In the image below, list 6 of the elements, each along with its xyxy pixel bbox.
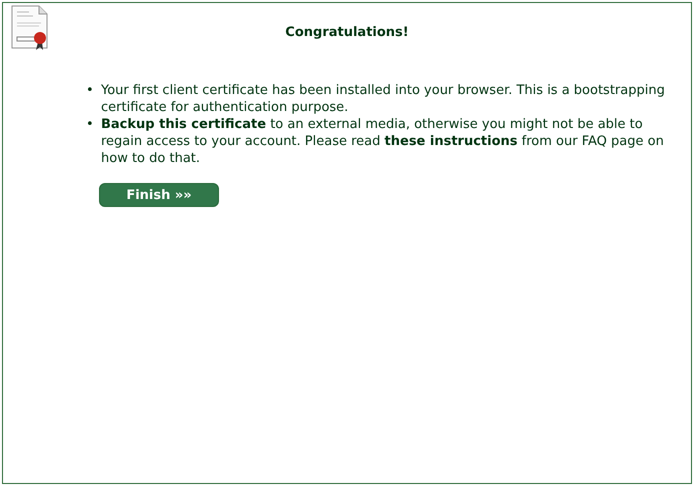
info-text: Your first client certificate has been installed into your browser. This is a bootstrapping certificate for authentication purpose. (101, 82, 666, 116)
bullet: • (86, 82, 95, 99)
page-title: Congratulations! (284, 24, 410, 40)
bullet: • (86, 116, 95, 133)
finish-button[interactable]: Finish »» (99, 183, 219, 207)
info-text: Backup this certificate to an external media, otherwise you might not be able to regain access to your account. Please read these instructions from our FAQ page on how to do that. (101, 116, 665, 167)
